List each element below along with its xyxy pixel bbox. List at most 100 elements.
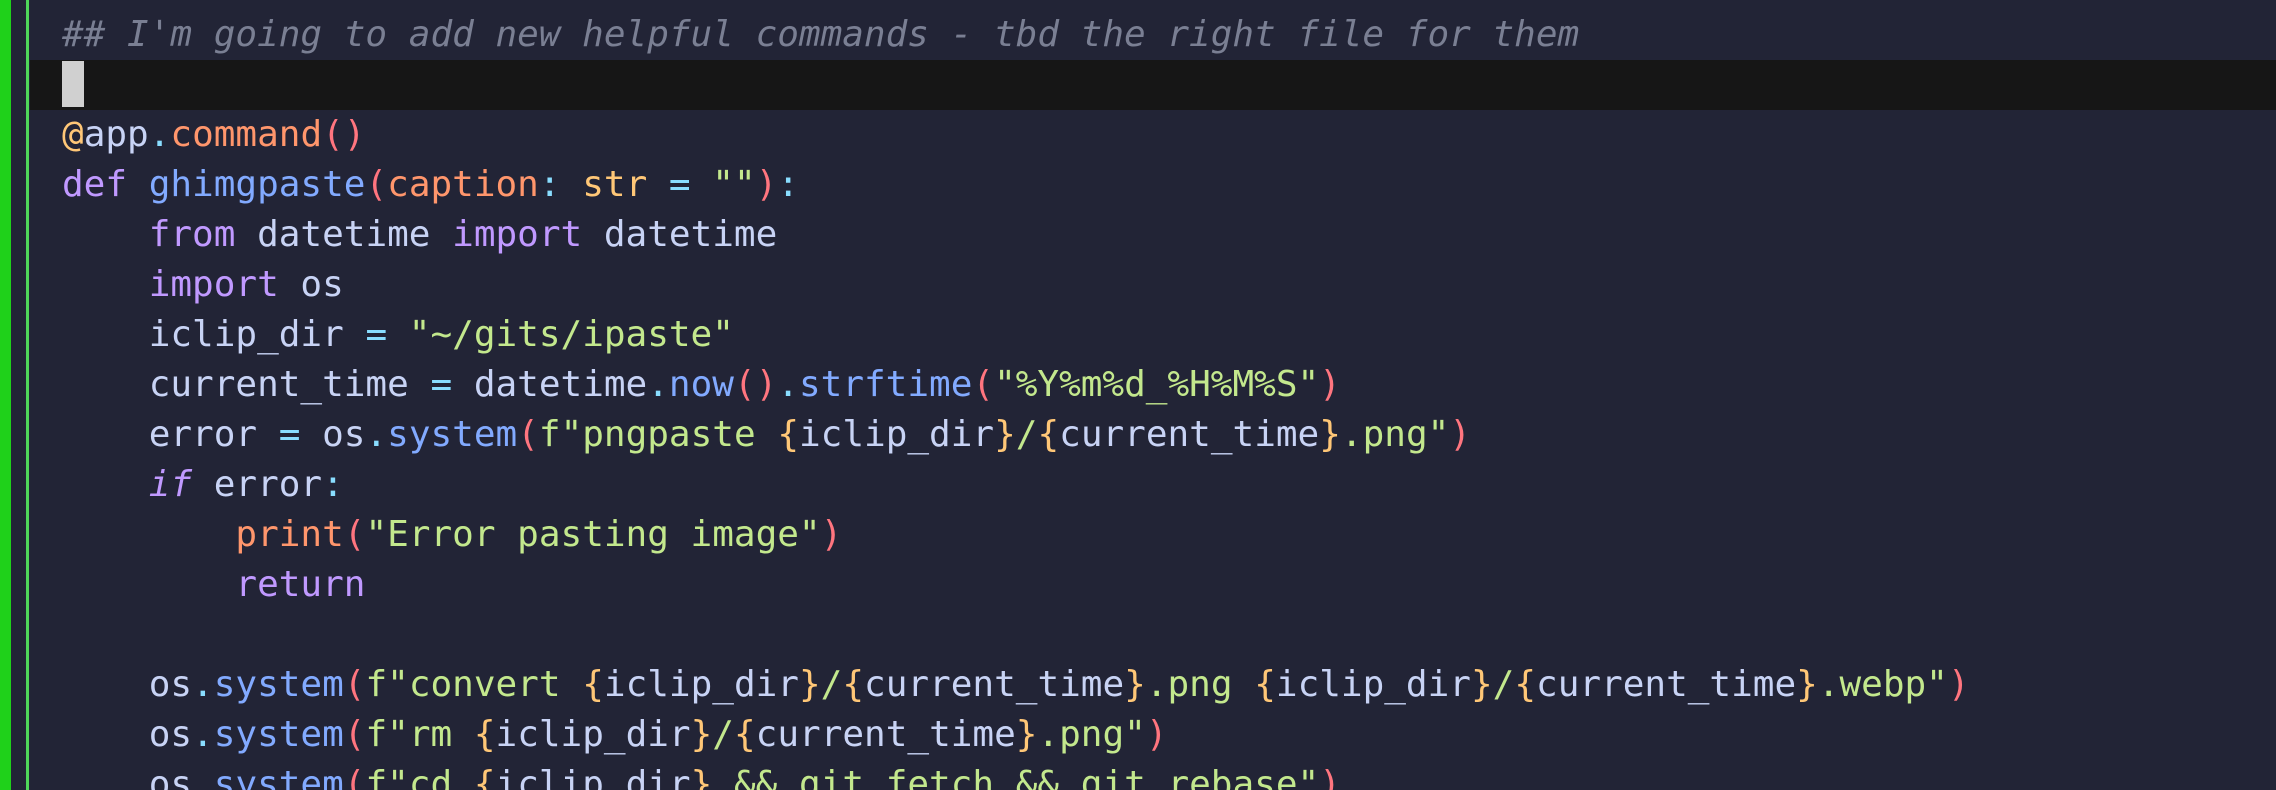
code-token: = [647,164,713,205]
cursor-line[interactable] [30,60,2276,110]
code-line[interactable]: current_time = datetime.now().strftime("… [62,360,2276,410]
code-token: os [322,414,366,455]
code-token: .png [1145,664,1255,705]
code-token: { [733,714,756,755]
code-line[interactable]: os.system(f"convert {iclip_dir}/{current… [62,660,2276,710]
code-line[interactable]: iclip_dir = "~/gits/ipaste" [62,310,2276,360]
code-token: current_time [1536,664,1797,705]
code-token: f"convert [365,664,583,705]
code-token: iclip_dir [62,314,366,355]
code-token: import [148,264,301,305]
code-token: print [235,514,344,555]
code-line[interactable]: ## I'm going to add new helpful commands… [62,10,2276,60]
code-token: . [777,364,799,405]
code-token: iclip_dir [495,764,691,790]
code-token: def [62,164,149,205]
code-token: . [365,414,388,455]
code-token: iclip_dir [603,664,799,705]
code-token: { [473,764,496,790]
code-token: "" [712,164,756,205]
code-token: } [994,414,1016,455]
code-token: . [192,714,214,755]
code-token: error [192,464,323,505]
code-token: datetime [603,214,778,255]
code-token: if [148,464,193,505]
code-token: ghimgpaste [148,164,366,205]
code-line[interactable]: return [62,560,2276,610]
code-token: datetime [257,214,453,255]
code-line[interactable]: if error: [62,460,2276,510]
code-line[interactable]: os.system(f"cd {iclip_dir} && git fetch … [62,760,2276,790]
code-token: ) [820,514,843,555]
code-token: f"rm [365,714,474,755]
code-token: str [582,164,648,205]
code-token: } [798,664,821,705]
code-token: && git fetch && git rebase" [712,764,1320,790]
code-token: system [213,664,344,705]
code-token: ) [755,164,778,205]
code-token: system [213,764,344,790]
code-token: iclip_dir [495,714,691,755]
code-token: { [777,414,799,455]
code-token: f"pngpaste [538,414,778,455]
code-token: app [83,114,149,155]
code-token: . [148,114,171,155]
code-line[interactable]: print("Error pasting image") [62,510,2276,560]
code-token: "~/gits/ipaste" [408,314,734,355]
code-token: . [647,364,669,405]
code-token: { [1037,414,1060,455]
code-token: } [1015,714,1038,755]
code-token: ( [343,514,366,555]
code-line[interactable]: @app.command() [62,110,2276,160]
code-token: () [733,364,778,405]
code-token: ( [365,164,388,205]
code-token: ( [972,364,995,405]
code-token: = [430,364,474,405]
code-line[interactable] [62,610,2276,660]
code-token: () [322,114,366,155]
code-token: strftime [798,364,973,405]
code-token: from [148,214,258,255]
code-token: . [192,764,214,790]
code-token: : [777,164,800,205]
code-token: system [387,414,518,455]
git-changed-marker [0,0,11,790]
code-token: { [473,714,496,755]
code-token: .webp" [1817,664,1948,705]
code-token: return [235,564,366,605]
text-cursor [62,61,84,107]
code-token: . [192,664,214,705]
code-line[interactable]: os.system(f"rm {iclip_dir}/{current_time… [62,710,2276,760]
code-token: system [213,714,344,755]
code-token: } [1319,414,1341,455]
code-token: import [452,214,604,255]
code-token: : [322,464,344,505]
code-token: ) [1145,714,1168,755]
code-token: now [668,364,734,405]
code-token: current_time [864,664,1125,705]
code-token: ( [343,764,366,790]
code-token: : [538,164,583,205]
code-token: = [365,314,409,355]
code-line[interactable]: error = os.system(f"pngpaste {iclip_dir}… [62,410,2276,460]
code-line[interactable]: import os [62,260,2276,310]
code-token: / [712,714,734,755]
code-token: } [1124,664,1146,705]
code-token: caption [387,164,539,205]
code-token: } [690,764,713,790]
code-token: ) [1449,414,1471,455]
code-token: ) [1319,364,1341,405]
code-token: f"cd [365,764,474,790]
code-line[interactable]: from datetime import datetime [62,210,2276,260]
code-token: "%Y%m%d_%H%M%S" [994,364,1320,405]
code-token: ( [343,714,366,755]
code-token: { [842,664,865,705]
code-token: datetime [473,364,648,405]
code-line[interactable]: def ghimgpaste(caption: str = ""): [62,160,2276,210]
code-token: { [1514,664,1537,705]
code-editor[interactable]: ## I'm going to add new helpful commands… [0,0,2276,790]
code-area[interactable]: ## I'm going to add new helpful commands… [30,10,2276,790]
